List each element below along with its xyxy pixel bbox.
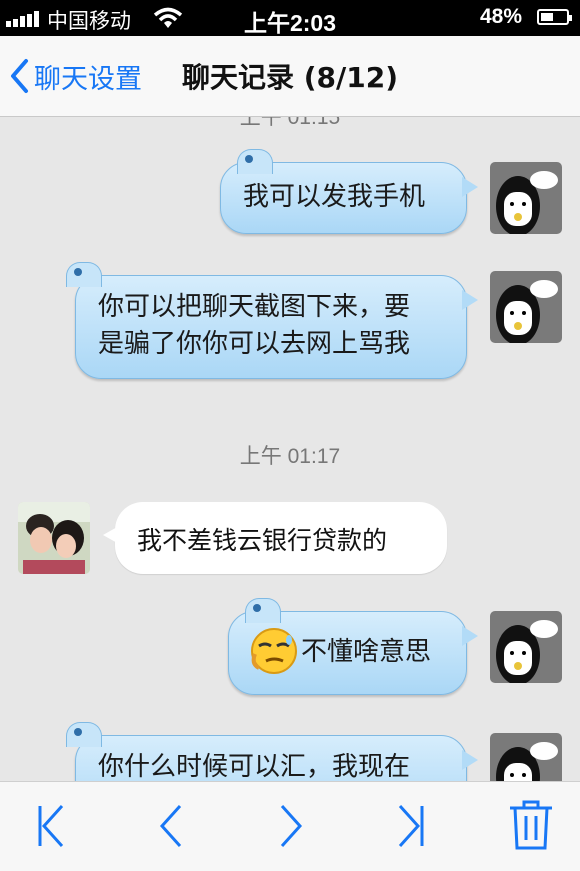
- message-text: 我不差钱云银行贷款的: [137, 526, 388, 555]
- cartoon-girl-avatar-icon: [490, 733, 562, 781]
- battery-percent: 48%: [480, 5, 523, 28]
- cartoon-girl-avatar-icon: [490, 271, 562, 343]
- navigation-bar: 聊天设置 聊天记录 (8/12): [0, 36, 580, 117]
- couple-photo-avatar-icon: [18, 502, 90, 574]
- status-bar: 中国移动 上午2:03 48%: [0, 0, 580, 36]
- battery-icon: [537, 9, 572, 25]
- trash-icon: [510, 800, 552, 850]
- message-text: 不懂啥意思: [301, 637, 432, 667]
- message-text: 你什么时候可以汇，我现在: [98, 752, 411, 781]
- timestamp: 上午 01:15: [239, 117, 341, 129]
- previous-page-icon: [159, 804, 182, 848]
- last-page-icon: [398, 804, 424, 848]
- next-page-button[interactable]: [266, 800, 316, 852]
- delete-button[interactable]: [506, 800, 556, 852]
- cartoon-girl-avatar-icon: [490, 162, 562, 234]
- message-bubble-incoming[interactable]: 我不差钱云银行贷款的: [103, 502, 447, 574]
- message-bubble-outgoing[interactable]: 你可以把聊天截图下来，要 是骗了你你可以去网上骂我: [66, 262, 478, 379]
- chevron-left-icon: [11, 59, 28, 93]
- message-bubble-outgoing[interactable]: 不懂啥意思: [228, 598, 478, 695]
- last-page-button[interactable]: [386, 800, 436, 852]
- message-text: 我可以发我手机: [243, 182, 426, 212]
- avatar[interactable]: [490, 611, 562, 683]
- cartoon-girl-avatar-icon: [490, 611, 562, 683]
- bottom-toolbar: [0, 781, 580, 871]
- back-button[interactable]: 聊天设置: [8, 54, 142, 98]
- previous-page-button[interactable]: [146, 800, 196, 852]
- avatar[interactable]: [18, 502, 90, 574]
- chat-history[interactable]: 上午 01:15 我可以发我手机 你可以把聊天截图下来，要 是骗了你你可以去网上…: [0, 117, 580, 781]
- avatar[interactable]: [490, 271, 562, 343]
- avatar[interactable]: [490, 733, 562, 781]
- message-text-line: 你可以把聊天截图下来，要: [98, 292, 411, 322]
- page-title: 聊天记录 (8/12): [182, 61, 399, 94]
- first-page-icon: [38, 804, 64, 848]
- avatar[interactable]: [490, 162, 562, 234]
- first-page-button[interactable]: [28, 800, 78, 852]
- smirk-emoji-icon: [251, 628, 297, 674]
- timestamp: 上午 01:17: [239, 445, 341, 468]
- message-text-line: 是骗了你你可以去网上骂我: [98, 329, 411, 359]
- back-button-label: 聊天设置: [34, 63, 142, 95]
- message-bubble-outgoing[interactable]: 你什么时候可以汇，我现在: [66, 722, 478, 781]
- message-bubble-outgoing[interactable]: 我可以发我手机: [220, 149, 478, 234]
- next-page-icon: [280, 804, 303, 848]
